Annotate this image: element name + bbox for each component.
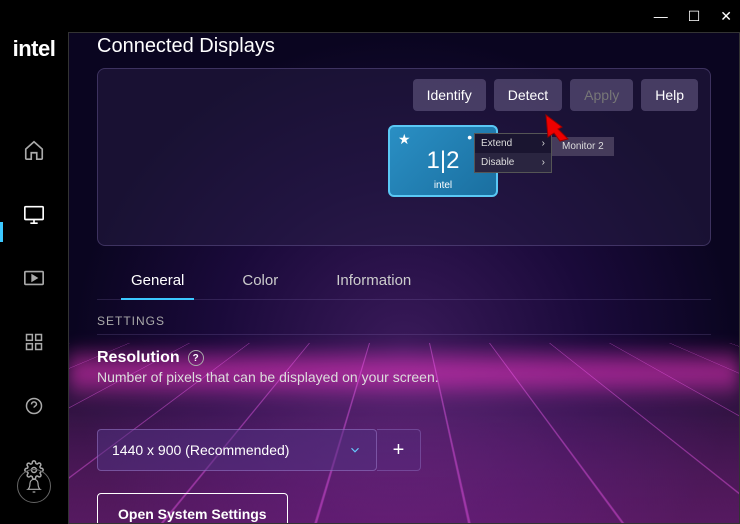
display-brand: intel (434, 180, 452, 191)
titlebar: — ☐ ✕ (0, 0, 740, 32)
context-extend-label: Extend (481, 138, 512, 149)
close-button[interactable]: ✕ (720, 8, 732, 25)
resolution-dropdown[interactable]: 1440 x 900 (Recommended) (97, 429, 377, 471)
chevron-down-icon (348, 443, 362, 457)
minimize-button[interactable]: — (654, 8, 668, 24)
section-settings-label: SETTINGS (97, 314, 711, 335)
resolution-description: Number of pixels that can be displayed o… (97, 369, 711, 385)
maximize-button[interactable]: ☐ (688, 8, 701, 25)
star-icon: ★ (398, 131, 411, 148)
help-circle-icon[interactable]: ? (188, 350, 204, 366)
identify-button[interactable]: Identify (413, 79, 486, 111)
brand-logo: intel (13, 36, 56, 62)
add-resolution-button[interactable]: + (377, 429, 421, 471)
main-content: Connected Displays Identify Detect Apply… (68, 32, 740, 524)
help-icon[interactable] (16, 388, 52, 424)
annotation-arrow-icon (540, 113, 576, 145)
tabs: General Color Information (97, 264, 711, 300)
setting-resolution: Resolution ? Number of pixels that can b… (97, 349, 711, 385)
display-icon[interactable] (16, 196, 52, 232)
home-icon[interactable] (16, 132, 52, 168)
detect-button[interactable]: Detect (494, 79, 562, 111)
open-system-settings-button[interactable]: Open System Settings (97, 493, 288, 524)
notifications-icon[interactable] (16, 468, 52, 504)
display-number: 1|2 (427, 147, 460, 175)
chevron-right-icon: › (542, 157, 545, 168)
help-button[interactable]: Help (641, 79, 698, 111)
tab-general[interactable]: General (127, 264, 188, 299)
context-disable-label: Disable (481, 157, 514, 168)
apps-icon[interactable] (16, 324, 52, 360)
apply-button: Apply (570, 79, 633, 111)
sidebar: intel (0, 32, 68, 524)
tab-information[interactable]: Information (332, 264, 415, 299)
video-icon[interactable] (16, 260, 52, 296)
context-disable[interactable]: Disable › (475, 153, 551, 172)
page-title: Connected Displays (97, 35, 711, 58)
display-arrangement-panel: Identify Detect Apply Help ★ ••• 1|2 int… (97, 68, 711, 246)
resolution-value: 1440 x 900 (Recommended) (112, 442, 289, 458)
active-indicator (0, 222, 3, 242)
tab-color[interactable]: Color (238, 264, 282, 299)
resolution-title: Resolution (97, 349, 180, 367)
